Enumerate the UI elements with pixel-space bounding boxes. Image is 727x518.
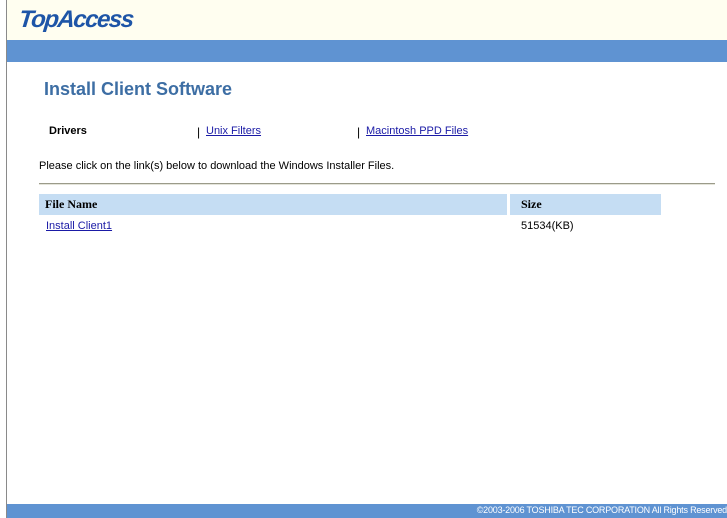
page-title: Install Client Software [44, 79, 233, 99]
column-header-file-name: File Name [39, 194, 507, 215]
footer-bar: ©2003-2006 TOSHIBA TEC CORPORATION All R… [7, 504, 727, 518]
column-header-size: Size [510, 194, 661, 215]
tab-drivers: Drivers [49, 125, 87, 137]
table-header: File Name Size [39, 194, 661, 215]
copyright-text: ©2003-2006 TOSHIBA TEC CORPORATION All R… [476, 505, 727, 515]
topaccess-logo[interactable]: TopAccess [18, 6, 135, 34]
file-size: 51534(KB) [521, 220, 574, 232]
tab-bar: Drivers | Unix Filters | Macintosh PPD F… [7, 125, 727, 141]
tab-unix-filters[interactable]: Unix Filters [206, 125, 261, 137]
file-table: File Name Size Install Client1 51534(KB) [39, 194, 661, 237]
tab-separator: | [197, 125, 201, 139]
divider [39, 183, 715, 185]
instructions-text: Please click on the link(s) below to dow… [39, 160, 395, 172]
install-client-link[interactable]: Install Client1 [46, 220, 112, 232]
header-band [7, 40, 727, 62]
tab-separator: | [357, 125, 361, 139]
table-row: Install Client1 51534(KB) [39, 215, 661, 237]
main-frame: TopAccess Install Client Software Driver… [6, 0, 727, 518]
tab-macintosh-ppd-files[interactable]: Macintosh PPD Files [366, 125, 468, 137]
logo-bar: TopAccess [7, 0, 727, 40]
